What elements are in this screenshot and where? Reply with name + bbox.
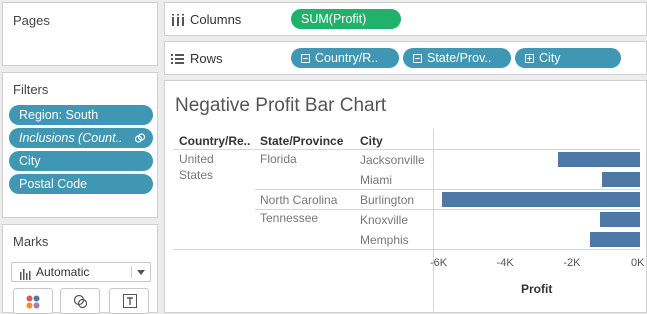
city-cell: Memphis — [360, 233, 409, 247]
filter-pill-city[interactable]: City — [9, 151, 153, 171]
columns-icon — [172, 13, 184, 31]
header-city: City — [360, 134, 383, 148]
country-pill[interactable]: Country/R.. — [291, 48, 399, 68]
collapse-icon — [413, 54, 422, 63]
axis-divider — [433, 129, 434, 311]
view-title: Negative Profit Bar Chart — [175, 95, 387, 116]
expand-icon — [525, 54, 534, 63]
pill-label: State/Prov.. — [427, 51, 492, 65]
sum-profit-pill[interactable]: SUM(Profit) — [291, 9, 401, 29]
marks-card: Marks Automatic — [2, 224, 158, 314]
columns-shelf: Columns SUM(Profit) — [164, 2, 647, 36]
city-cell: Burlington — [360, 193, 415, 207]
axis-top-line — [173, 249, 640, 250]
label-button[interactable] — [109, 288, 149, 314]
profit-bar[interactable] — [601, 172, 640, 187]
profit-bar[interactable] — [441, 192, 640, 207]
filter-pill-label: Region: South — [19, 108, 99, 122]
columns-shelf-label: Columns — [190, 12, 242, 27]
filters-card-title: Filters — [13, 82, 49, 97]
view-area: Negative Profit Bar Chart Country/Re.. S… — [164, 80, 647, 313]
rows-shelf-label: Rows — [190, 51, 223, 66]
collapse-icon — [301, 54, 310, 63]
filter-pill-label: Postal Code — [19, 177, 88, 191]
bar-mark-icon — [19, 267, 31, 285]
country-cell: United — [179, 152, 214, 166]
color-dots-icon — [26, 295, 40, 314]
x-tick-label: -2K — [563, 257, 581, 269]
size-circles-icon — [73, 294, 88, 314]
color-button[interactable] — [13, 288, 53, 314]
state-cell: North Carolina — [260, 193, 338, 207]
pages-card: Pages — [2, 2, 158, 66]
x-axis-title: Profit — [521, 282, 553, 296]
size-button[interactable] — [60, 288, 100, 314]
text-label-icon — [123, 294, 137, 313]
set-link-icon — [134, 128, 146, 148]
state-cell: Florida — [260, 152, 297, 166]
x-tick-label: -4K — [496, 257, 514, 269]
row-divider — [255, 189, 640, 190]
chevron-down-icon — [137, 270, 145, 275]
pages-card-title: Pages — [13, 13, 50, 28]
city-cell: Jacksonville — [360, 153, 425, 167]
profit-bar[interactable] — [590, 232, 640, 247]
rows-shelf: Rows Country/R.. State/Prov.. City — [164, 41, 647, 75]
x-tick-label: -6K — [430, 257, 448, 269]
header-state: State/Province — [260, 134, 344, 148]
mark-type-value: Automatic — [36, 265, 90, 279]
profit-bar[interactable] — [558, 152, 640, 167]
rows-icon — [171, 52, 184, 70]
filter-pill-inclusions[interactable]: Inclusions (Count.. — [9, 128, 153, 148]
city-pill[interactable]: City — [515, 48, 621, 68]
state-cell: Tennessee — [260, 211, 319, 225]
marks-card-title: Marks — [13, 234, 49, 249]
city-cell: Miami — [360, 173, 392, 187]
x-tick-label: 0K — [631, 257, 645, 269]
row-divider — [255, 209, 640, 210]
pill-label: Country/R.. — [315, 51, 379, 65]
pill-label: SUM(Profit) — [301, 12, 367, 26]
header-country: Country/Re.. — [179, 134, 251, 148]
city-cell: Knoxville — [360, 213, 409, 227]
pill-label: City — [539, 51, 561, 65]
state-pill[interactable]: State/Prov.. — [403, 48, 511, 68]
filter-pill-region[interactable]: Region: South — [9, 105, 153, 125]
header-divider — [173, 149, 640, 150]
divider — [131, 266, 132, 278]
filter-pill-label: Inclusions (Count.. — [19, 131, 123, 145]
filter-pill-label: City — [19, 154, 41, 168]
filter-pill-postal-code[interactable]: Postal Code — [9, 174, 153, 194]
filters-card: Filters Region: South Inclusions (Count.… — [2, 72, 158, 218]
profit-bar[interactable] — [600, 212, 640, 227]
country-cell: States — [179, 168, 214, 182]
mark-type-dropdown[interactable]: Automatic — [11, 262, 151, 282]
